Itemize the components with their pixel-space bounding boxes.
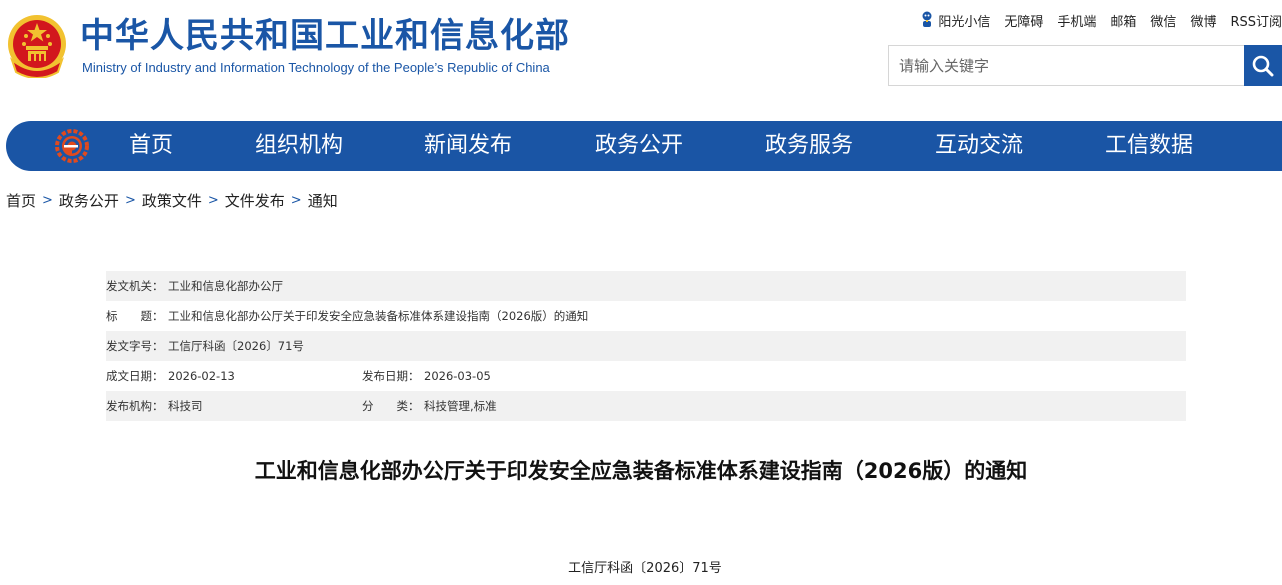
top-link-sunshine[interactable]: 阳光小信 (920, 11, 990, 30)
breadcrumb-policy[interactable]: 政策文件 (142, 190, 202, 211)
info-row-issuer: 发文机关： 工业和信息化部办公厅 (106, 271, 1186, 301)
top-link-wechat[interactable]: 微信 (1150, 11, 1176, 30)
info-created-date: 2026-02-13 (168, 369, 235, 383)
chevron-right-icon: > (207, 193, 219, 208)
robot-icon (922, 11, 932, 27)
top-link-weibo[interactable]: 微博 (1190, 11, 1216, 30)
info-row-docno: 发文字号： 工信厅科函〔2026〕71号 (106, 331, 1186, 361)
info-title: 工业和信息化部办公厅关于印发安全应急装备标准体系建设指南（2026版）的通知 (168, 309, 589, 323)
info-label: 发布机构： (106, 399, 164, 413)
breadcrumb-gov-affairs[interactable]: 政务公开 (59, 190, 119, 211)
info-published-date: 2026-03-05 (424, 369, 491, 383)
breadcrumb-release[interactable]: 文件发布 (225, 190, 285, 211)
document-info-table: 发文机关： 工业和信息化部办公厅 标 题： 工业和信息化部办公厅关于印发安全应急… (106, 271, 1186, 421)
breadcrumb: 首页 > 政务公开 > 政策文件 > 文件发布 > 通知 (6, 190, 338, 211)
miit-logo-icon (54, 128, 90, 164)
info-label: 发文机关： (106, 279, 164, 293)
info-category: 科技管理,标准 (424, 399, 497, 413)
chevron-right-icon: > (42, 193, 53, 208)
top-link-mail[interactable]: 邮箱 (1110, 11, 1136, 30)
info-row-title: 标 题： 工业和信息化部办公厅关于印发安全应急装备标准体系建设指南（2026版）… (106, 301, 1186, 331)
nav-organization[interactable]: 组织机构 (255, 121, 343, 171)
chevron-right-icon: > (124, 193, 136, 208)
nav-interaction[interactable]: 互动交流 (935, 121, 1023, 171)
info-row-dates: 成文日期： 2026-02-13 发布日期： 2026-03-05 (106, 361, 1186, 391)
info-label: 标 题： (106, 309, 164, 323)
info-row-org: 发布机构： 科技司 分 类： 科技管理,标准 (106, 391, 1186, 421)
nav-services[interactable]: 政务服务 (765, 121, 853, 171)
top-link-rss[interactable]: RSS订阅 (1230, 11, 1282, 30)
info-label: 发文字号： (106, 339, 164, 353)
search-box (888, 45, 1282, 86)
top-link-mobile[interactable]: 手机端 (1057, 11, 1096, 30)
top-link-accessibility[interactable]: 无障碍 (1004, 11, 1043, 30)
nav-data[interactable]: 工信数据 (1105, 121, 1193, 171)
document-title: 工业和信息化部办公厅关于印发安全应急装备标准体系建设指南（2026版）的通知 (254, 459, 1028, 483)
nav-gov-affairs[interactable]: 政务公开 (595, 121, 683, 171)
search-icon (1252, 55, 1274, 76)
nav-home[interactable]: 首页 (129, 121, 173, 171)
national-emblem-icon (6, 14, 68, 79)
top-links: 阳光小信 无障碍 手机端 邮箱 微信 微博 RSS订阅 (920, 10, 1282, 30)
chevron-right-icon: > (290, 193, 302, 208)
site-title: 中华人民共和国工业和信息化部 (80, 16, 570, 56)
document-number: 工信厅科函〔2026〕71号 (568, 561, 722, 576)
search-input[interactable] (889, 46, 1243, 85)
info-org: 科技司 (168, 399, 203, 413)
info-label: 发布日期： (362, 369, 420, 383)
site-subtitle: Ministry of Industry and Information Tec… (82, 60, 550, 75)
main-nav: 首页 组织机构 新闻发布 政务公开 政务服务 互动交流 工信数据 (6, 121, 1282, 171)
info-label: 分 类： (362, 399, 420, 413)
top-link-label: 阳光小信 (938, 14, 991, 30)
search-button[interactable] (1244, 45, 1282, 86)
nav-news[interactable]: 新闻发布 (424, 121, 512, 171)
info-label: 成文日期： (106, 369, 164, 383)
info-doc-no: 工信厅科函〔2026〕71号 (168, 339, 304, 353)
breadcrumb-notice[interactable]: 通知 (308, 190, 338, 211)
info-issuer: 工业和信息化部办公厅 (168, 279, 283, 293)
breadcrumb-home[interactable]: 首页 (6, 190, 36, 211)
